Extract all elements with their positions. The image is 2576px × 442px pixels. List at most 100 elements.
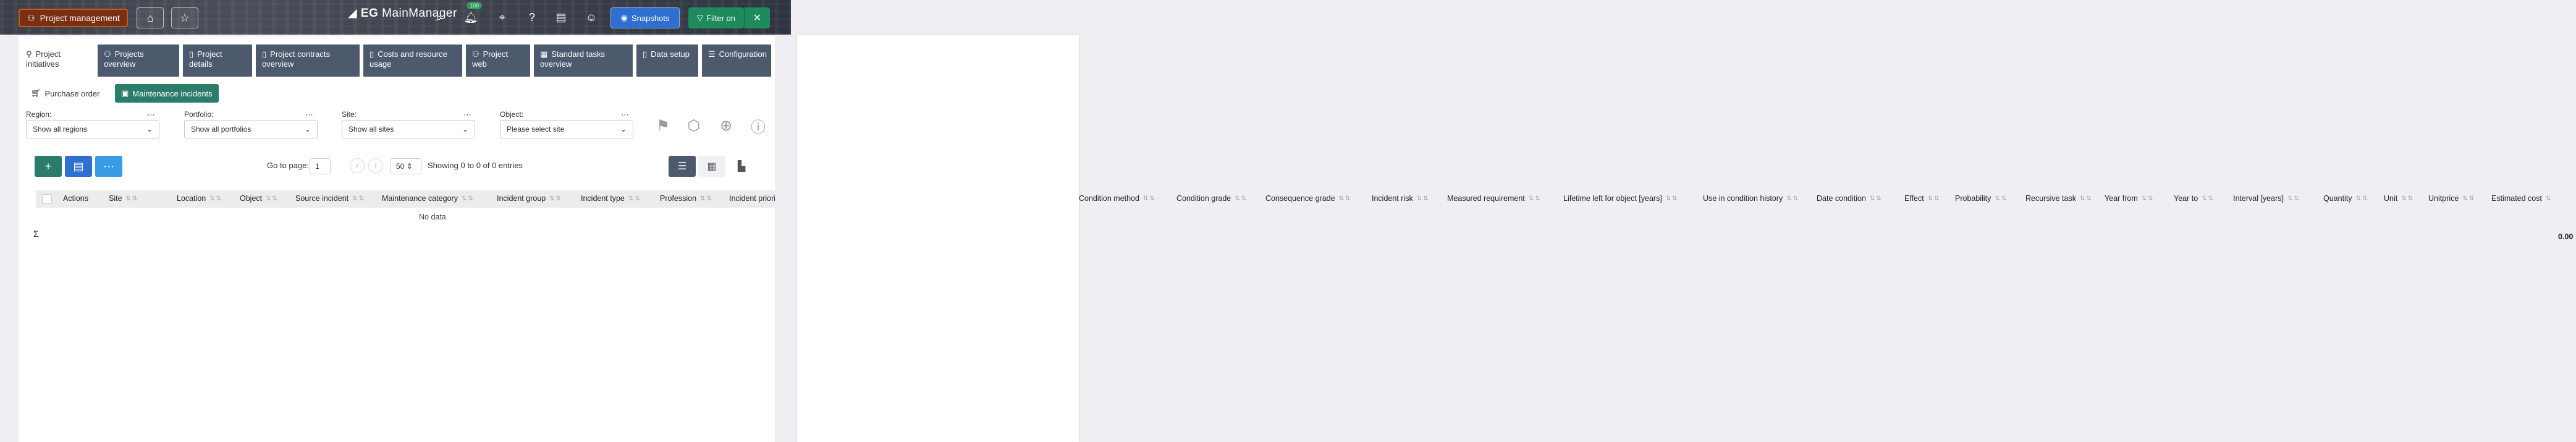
info-icon[interactable]: ⓘ [749,116,767,136]
col-incident-type[interactable]: Incident type ⇅⇅ [581,194,641,203]
sort-icon: ⇅⇅ [2202,195,2215,202]
logo-icon: ◢ [348,7,361,20]
col-interval-years[interactable]: Interval [years] ⇅⇅ [2233,194,2300,203]
bell-icon[interactable]: 🔔︎ [463,10,478,25]
col-maintenance-category[interactable]: Maintenance category ⇅⇅ [382,194,475,203]
col-object[interactable]: Object ⇅⇅ [240,194,279,203]
col-consequence-grade[interactable]: Consequence grade ⇅⇅ [1265,194,1351,203]
subtab-label: Maintenance incidents [132,88,213,98]
col-location[interactable]: Location ⇅⇅ [177,194,222,203]
notification-badge: 100 [467,2,483,9]
col-unitprice[interactable]: Unitprice ⇅⇅ [2428,194,2475,203]
project-management-button[interactable]: ⚇ Project management [19,9,128,27]
region-label: Region: [26,110,52,119]
tab-project-initiatives[interactable]: ⚲ Project initiatives [20,45,94,77]
filter-on-button[interactable]: ▽ Filter on [688,7,744,28]
col-quantity[interactable]: Quantity ⇅⇅ [2323,194,2368,203]
logo-prefix: EG [360,7,379,20]
subtab-purchase-order[interactable]: 🛒︎ Purchase order [25,84,106,103]
col-lifetime-left[interactable]: Lifetime left for object [years] ⇅⇅ [1563,194,1679,203]
tab-project-contracts-overview[interactable]: ▯ Project contracts overview [256,45,360,77]
col-estimated-cost[interactable]: Estimated cost ⇅ [2491,194,2552,203]
more-icon: ⋯ [103,159,114,172]
home-button[interactable]: ⌂ [137,7,164,28]
sort-icon: ⇅⇅ [549,195,562,202]
col-measured-requirement[interactable]: Measured requirement ⇅⇅ [1447,194,1542,203]
sort-icon: ⇅⇅ [1338,195,1352,202]
col-incident-group[interactable]: Incident group ⇅⇅ [497,194,562,203]
document-icon: ▯ [262,49,267,59]
col-unit[interactable]: Unit ⇅⇅ [2384,194,2414,203]
col-label: Condition method [1079,194,1139,203]
help-icon[interactable]: ? [525,10,539,25]
site-more-icon[interactable]: ⋯ [463,110,472,120]
object-more-icon[interactable]: ⋯ [621,110,630,120]
col-use-in-condition-history[interactable]: Use in condition history ⇅⇅ [1703,194,1799,203]
user-icon[interactable]: ☺ [584,10,599,25]
search-icon[interactable]: ⌕ [431,10,446,25]
prev-page-icon[interactable]: ‹ [350,158,365,173]
sort-icon: ⇅⇅ [2401,195,2414,202]
tab-label: Costs and resource usage [370,49,447,69]
select-all-checkbox[interactable] [42,194,52,204]
next-page-icon[interactable]: › [368,158,383,173]
col-year-to[interactable]: Year to ⇅⇅ [2174,194,2215,203]
object-select[interactable]: Please select site ⌄ [500,120,633,138]
col-probability[interactable]: Probability ⇅⇅ [1955,194,2008,203]
tab-label: Configuration [719,49,767,59]
crosshair-icon[interactable]: ⌖ [495,10,510,25]
close-filter-button[interactable]: ✕ [744,7,770,28]
sort-icon: ⇅⇅ [2355,195,2369,202]
snapshots-button[interactable]: ◉ Snapshots [610,7,680,28]
subtab-maintenance-incidents[interactable]: ▣ Maintenance incidents [115,84,219,103]
add-button[interactable]: + [35,156,62,177]
tab-costs-resource-usage[interactable]: ▯ Costs and resource usage [363,45,462,77]
favorites-button[interactable]: ☆ [171,7,198,28]
chart-view-button[interactable]: ▙ [728,156,755,177]
col-site[interactable]: Site ⇅⇅ [109,194,138,203]
col-actions[interactable]: Actions [63,194,88,203]
tab-data-setup[interactable]: ▯ Data setup [636,45,698,77]
list-view-button[interactable]: ☰ [669,156,696,177]
site-select[interactable]: Show all sites ⌄ [342,120,475,138]
col-date-condition[interactable]: Date condition ⇅⇅ [1817,194,1883,203]
portfolio-more-icon[interactable]: ⋯ [305,110,314,120]
col-year-from[interactable]: Year from ⇅⇅ [2105,194,2155,203]
page-size-select[interactable]: 50 ⇕ [391,158,421,174]
col-effect[interactable]: Effect ⇅⇅ [1904,194,1941,203]
col-condition-grade[interactable]: Condition grade ⇅⇅ [1176,194,1248,203]
sort-icon: ⇅⇅ [2141,195,2155,202]
col-label: Measured requirement [1447,194,1525,203]
col-label: Effect [1904,194,1924,203]
globe-icon[interactable]: ⊕ [717,116,735,135]
export-button[interactable]: ▤ [65,156,92,177]
overlay-panel [797,35,1079,442]
grid-view-button[interactable]: ▦ [698,156,725,177]
tab-projects-overview[interactable]: ⚇ Projects overview [98,45,179,77]
col-label: Unit [2384,194,2398,203]
sum-icon[interactable]: Σ [33,229,39,239]
chevron-down-icon: ⌄ [146,125,153,134]
col-recursive-task[interactable]: Recursive task ⇅⇅ [2025,194,2093,203]
col-condition-method[interactable]: Condition method ⇅⇅ [1079,194,1156,203]
portfolio-select[interactable]: Show all portfolios ⌄ [184,120,318,138]
more-actions-button[interactable]: ⋯ [95,156,122,177]
col-incident-risk[interactable]: Incident risk ⇅⇅ [1372,194,1429,203]
book-icon[interactable]: ▤ [554,10,568,25]
flag-icon[interactable]: ⚑ [654,116,672,135]
sort-icon: ⇅⇅ [1416,195,1430,202]
col-source-incident[interactable]: Source incident ⇅⇅ [295,194,365,203]
page-input[interactable]: 1 [310,158,331,174]
cube-icon[interactable]: ⬡ [685,116,703,135]
sort-icon: ⇅⇅ [2462,195,2476,202]
tab-project-web[interactable]: ⚇ Project web [466,45,530,77]
tab-project-details[interactable]: ▯ Project details [183,45,252,77]
region-select[interactable]: Show all regions ⌄ [26,120,159,138]
tab-standard-tasks-overview[interactable]: ▦ Standard tasks overview [534,45,633,77]
tab-configuration[interactable]: ☰ Configuration [702,45,771,77]
col-label: Year to [2174,194,2198,203]
col-label: Location [177,194,206,203]
region-more-icon[interactable]: ⋯ [147,110,156,120]
network-icon: ⚇ [27,12,35,23]
col-profession[interactable]: Profession ⇅⇅ [660,194,713,203]
